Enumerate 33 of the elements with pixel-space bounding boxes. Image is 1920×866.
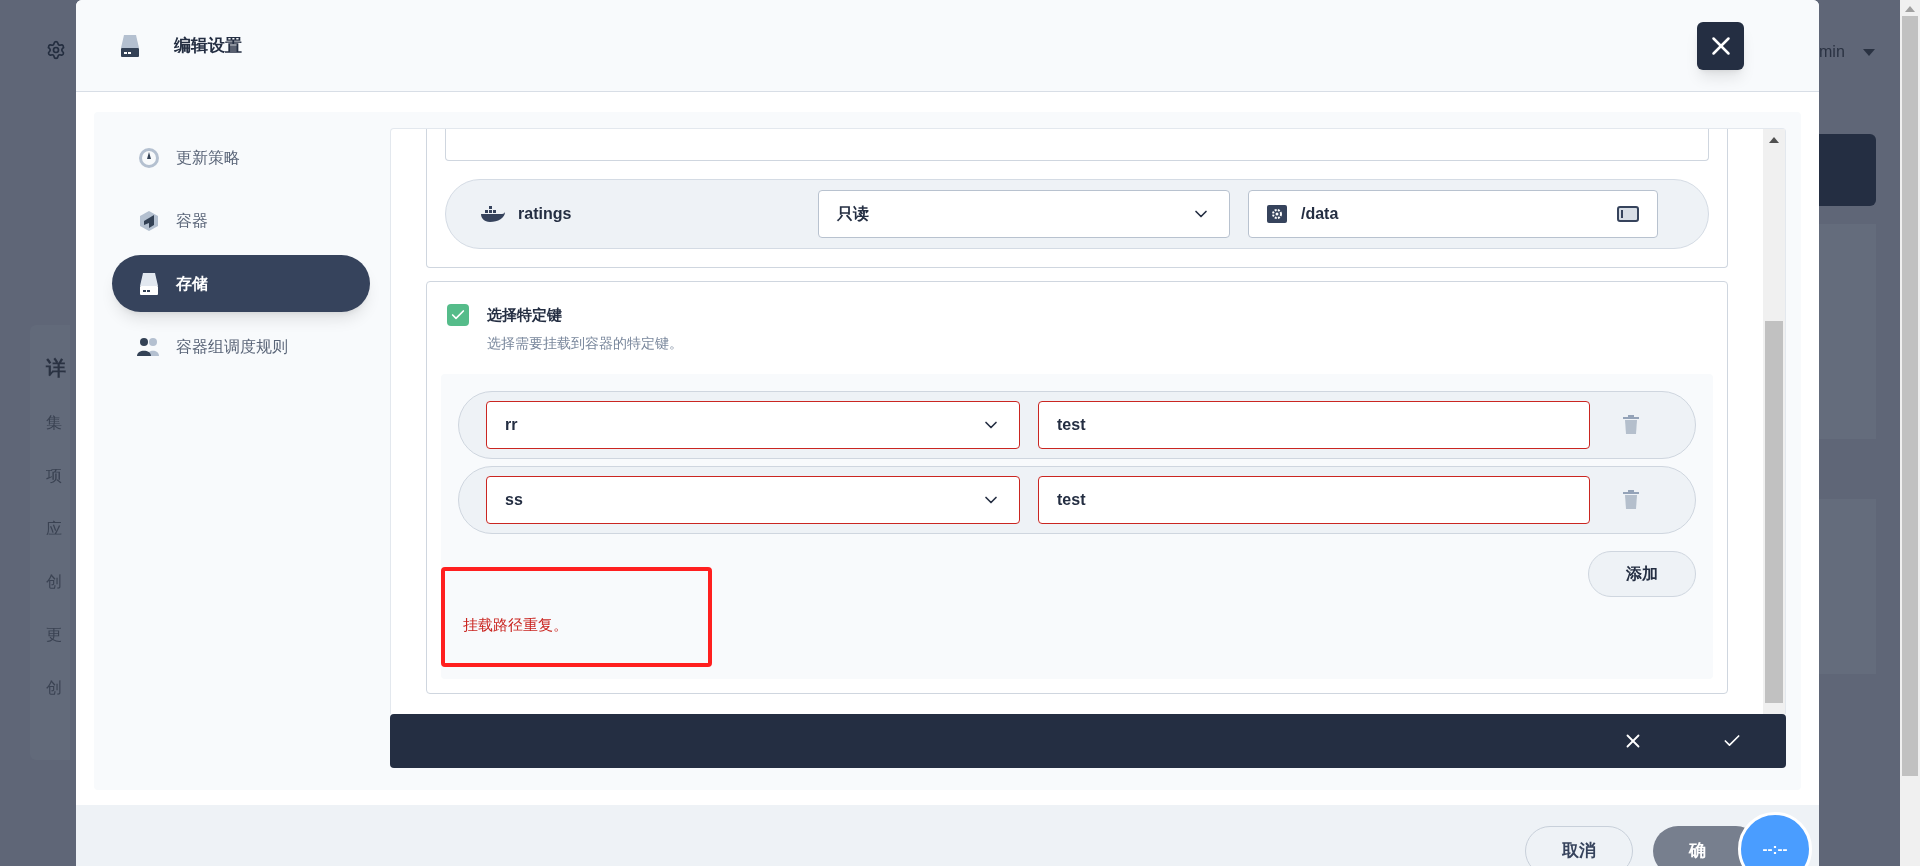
mount-path-field[interactable]: /data: [1248, 190, 1658, 238]
cancel-button[interactable]: 取消: [1525, 826, 1633, 866]
dialog-title: 编辑设置: [174, 34, 242, 57]
checkbox[interactable]: [447, 304, 469, 327]
monitor-icon: [1617, 206, 1639, 222]
access-select[interactable]: 只读: [818, 190, 1230, 238]
settings-icon[interactable]: [46, 40, 66, 60]
nav-item[interactable]: 存储: [112, 255, 370, 312]
drive-icon: [139, 271, 159, 296]
users-icon: [136, 336, 162, 357]
gear-icon: [1267, 205, 1287, 223]
checkbox-label: 选择特定键: [487, 305, 562, 325]
error-message: 挂载路径重复。: [463, 615, 568, 636]
hint-text: 选择需要挂载到容器的特定键。: [487, 333, 684, 353]
gauge-icon: [138, 146, 160, 169]
nav-item[interactable]: 容器: [112, 192, 370, 249]
drive-icon: [120, 33, 140, 58]
nav-item[interactable]: 更新策略: [112, 129, 370, 186]
close-button[interactable]: [1697, 21, 1744, 70]
background-text: 详: [46, 356, 67, 381]
whale-icon: [480, 205, 506, 223]
cube-icon: [138, 209, 160, 232]
background-banner: [1819, 134, 1876, 206]
key-select[interactable]: rr: [486, 400, 1020, 449]
key-select[interactable]: ss: [486, 475, 1020, 524]
path-field[interactable]: test: [1038, 400, 1590, 449]
trash-icon[interactable]: [1623, 490, 1639, 509]
container-name: ratings: [518, 204, 573, 224]
add-button[interactable]: 添加: [1588, 550, 1696, 597]
caret-icon[interactable]: [1862, 48, 1875, 56]
path-field[interactable]: test: [1038, 475, 1590, 524]
trash-icon[interactable]: [1623, 415, 1639, 434]
nav-item[interactable]: 容器组调度规则: [112, 318, 370, 375]
